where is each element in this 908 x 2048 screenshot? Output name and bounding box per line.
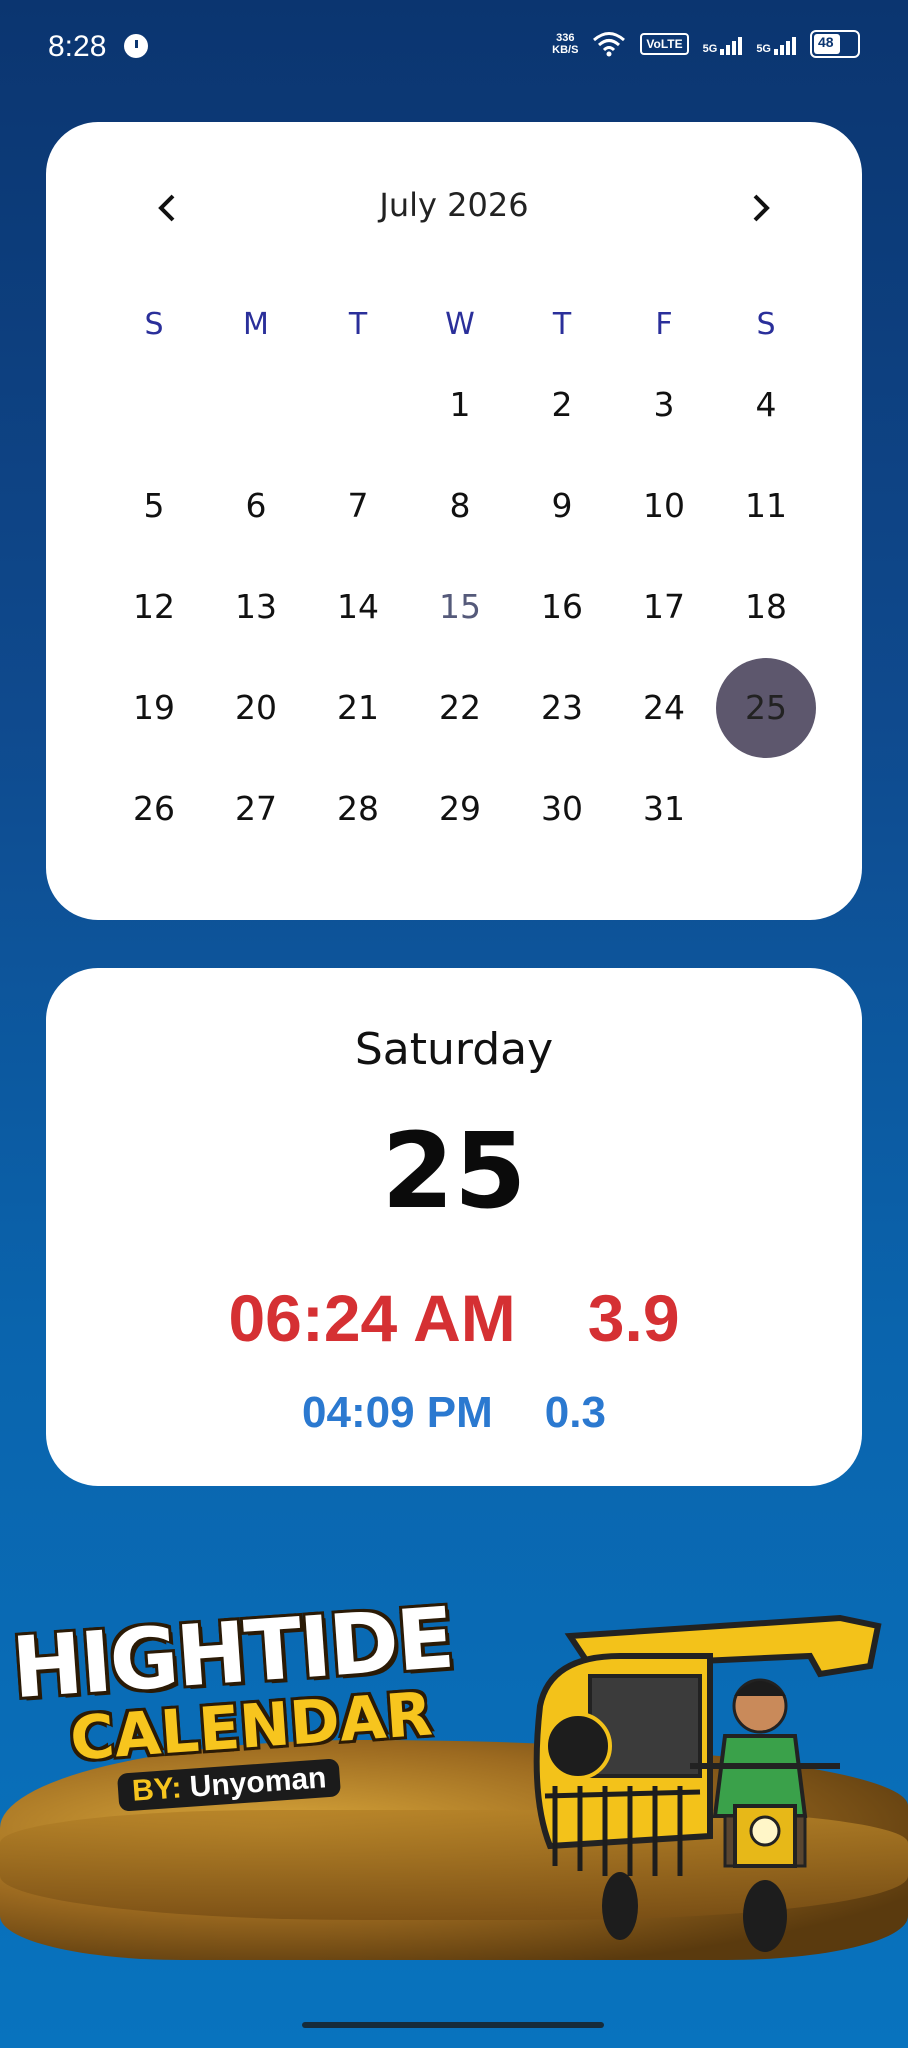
status-bar: 8:28 336 KB/S VoLTE 5G 5G 48 — [0, 0, 908, 100]
day-cell[interactable]: 7 — [307, 486, 409, 525]
today-day-cell[interactable]: 15 — [409, 587, 511, 626]
calendar-grid: S M T W T F S 1 2 3 4 5 6 7 8 9 10 11 12 — [103, 294, 817, 859]
day-cell[interactable]: 19 — [103, 688, 205, 727]
tricycle-driver-illustration — [533, 1614, 882, 1952]
weekday-label: S — [144, 306, 164, 342]
network-speed: 336 KB/S — [552, 32, 578, 56]
day-cell[interactable]: 24 — [613, 688, 715, 727]
high-tide-row: 06:24 AM 3.9 — [46, 1280, 862, 1356]
wifi-icon — [593, 32, 626, 57]
weekday-label: F — [655, 306, 673, 342]
chevron-right-icon — [753, 194, 770, 222]
stopwatch-icon — [124, 34, 148, 58]
day-cell[interactable]: 8 — [409, 486, 511, 525]
status-time: 8:28 — [48, 30, 107, 63]
calendar-week: 26 27 28 29 30 31 — [103, 758, 817, 859]
day-cell[interactable]: 17 — [613, 587, 715, 626]
day-cell[interactable]: 1 — [409, 385, 511, 424]
day-cell[interactable]: 3 — [613, 385, 715, 424]
banner-author-name: Unyoman — [188, 1761, 328, 1804]
calendar-week: 12 13 14 15 16 17 18 — [103, 556, 817, 657]
day-cell[interactable]: 13 — [205, 587, 307, 626]
high-tide-time: 06:24 AM — [228, 1281, 516, 1355]
day-cell[interactable]: 6 — [205, 486, 307, 525]
selected-day-label: 25 — [745, 688, 787, 727]
tide-info-card: Saturday 25 06:24 AM 3.9 04:09 PM 0.3 — [46, 968, 862, 1486]
day-cell[interactable]: 2 — [511, 385, 613, 424]
day-cell[interactable]: 27 — [205, 789, 307, 828]
low-tide-time: 04:09 PM — [302, 1388, 493, 1437]
day-cell[interactable]: 5 — [103, 486, 205, 525]
calendar-week: 19 20 21 22 23 24 25 — [103, 657, 817, 758]
battery-level: 48 — [818, 34, 834, 50]
sim2-network-label: 5G — [756, 43, 771, 55]
low-tide-row: 04:09 PM 0.3 — [46, 1388, 862, 1438]
selected-day-cell[interactable]: 25 — [715, 657, 817, 758]
day-cell[interactable]: 12 — [103, 587, 205, 626]
day-cell[interactable]: 11 — [715, 486, 817, 525]
day-cell[interactable]: 4 — [715, 385, 817, 424]
day-cell[interactable]: 29 — [409, 789, 511, 828]
day-cell[interactable]: 23 — [511, 688, 613, 727]
day-name: Saturday — [354, 1024, 554, 1075]
weekday-label: S — [756, 306, 776, 342]
next-month-button[interactable] — [740, 188, 780, 228]
day-number: 25 — [381, 1110, 527, 1232]
battery-icon: 48 — [810, 30, 860, 58]
weekday-label: M — [243, 306, 269, 342]
app-banner: HIGHTIDE CALENDAR BY: Unyoman — [0, 1580, 908, 1980]
calendar-card: July 2026 S M T W T F S 1 2 3 4 5 6 7 8 … — [46, 122, 862, 920]
signal-bars-icon — [720, 33, 743, 55]
status-icons: 336 KB/S VoLTE 5G 5G 48 — [552, 30, 860, 58]
network-speed-unit: KB/S — [552, 44, 579, 56]
day-cell[interactable]: 18 — [715, 587, 817, 626]
weekday-label: W — [445, 306, 475, 342]
calendar-week: 5 6 7 8 9 10 11 — [103, 455, 817, 556]
day-cell[interactable]: 16 — [511, 587, 613, 626]
weekday-label: T — [552, 306, 572, 342]
signal-sim2: 5G — [756, 33, 796, 55]
day-cell[interactable]: 28 — [307, 789, 409, 828]
weekday-header: S M T W T F S — [103, 294, 817, 354]
day-cell[interactable]: 26 — [103, 789, 205, 828]
low-tide-height: 0.3 — [544, 1388, 606, 1437]
day-cell[interactable]: 30 — [511, 789, 613, 828]
day-cell[interactable]: 9 — [511, 486, 613, 525]
high-tide-height: 3.9 — [587, 1281, 680, 1355]
day-cell[interactable]: 21 — [307, 688, 409, 727]
sim1-network-label: 5G — [702, 43, 718, 55]
banner-by-label: BY: — [131, 1771, 183, 1808]
gesture-navigation-bar[interactable] — [302, 2022, 604, 2028]
network-speed-value: 336 — [556, 32, 575, 44]
day-cell[interactable]: 20 — [205, 688, 307, 727]
day-cell[interactable]: 31 — [613, 789, 715, 828]
day-cell[interactable]: 10 — [613, 486, 715, 525]
volte-badge: VoLTE — [640, 33, 689, 55]
weekday-label: T — [348, 306, 368, 342]
day-cell[interactable]: 14 — [307, 587, 409, 626]
day-cell[interactable]: 22 — [409, 688, 511, 727]
calendar-week: 1 2 3 4 — [103, 354, 817, 455]
signal-bars-icon — [774, 33, 796, 55]
signal-sim1: 5G — [703, 33, 743, 55]
